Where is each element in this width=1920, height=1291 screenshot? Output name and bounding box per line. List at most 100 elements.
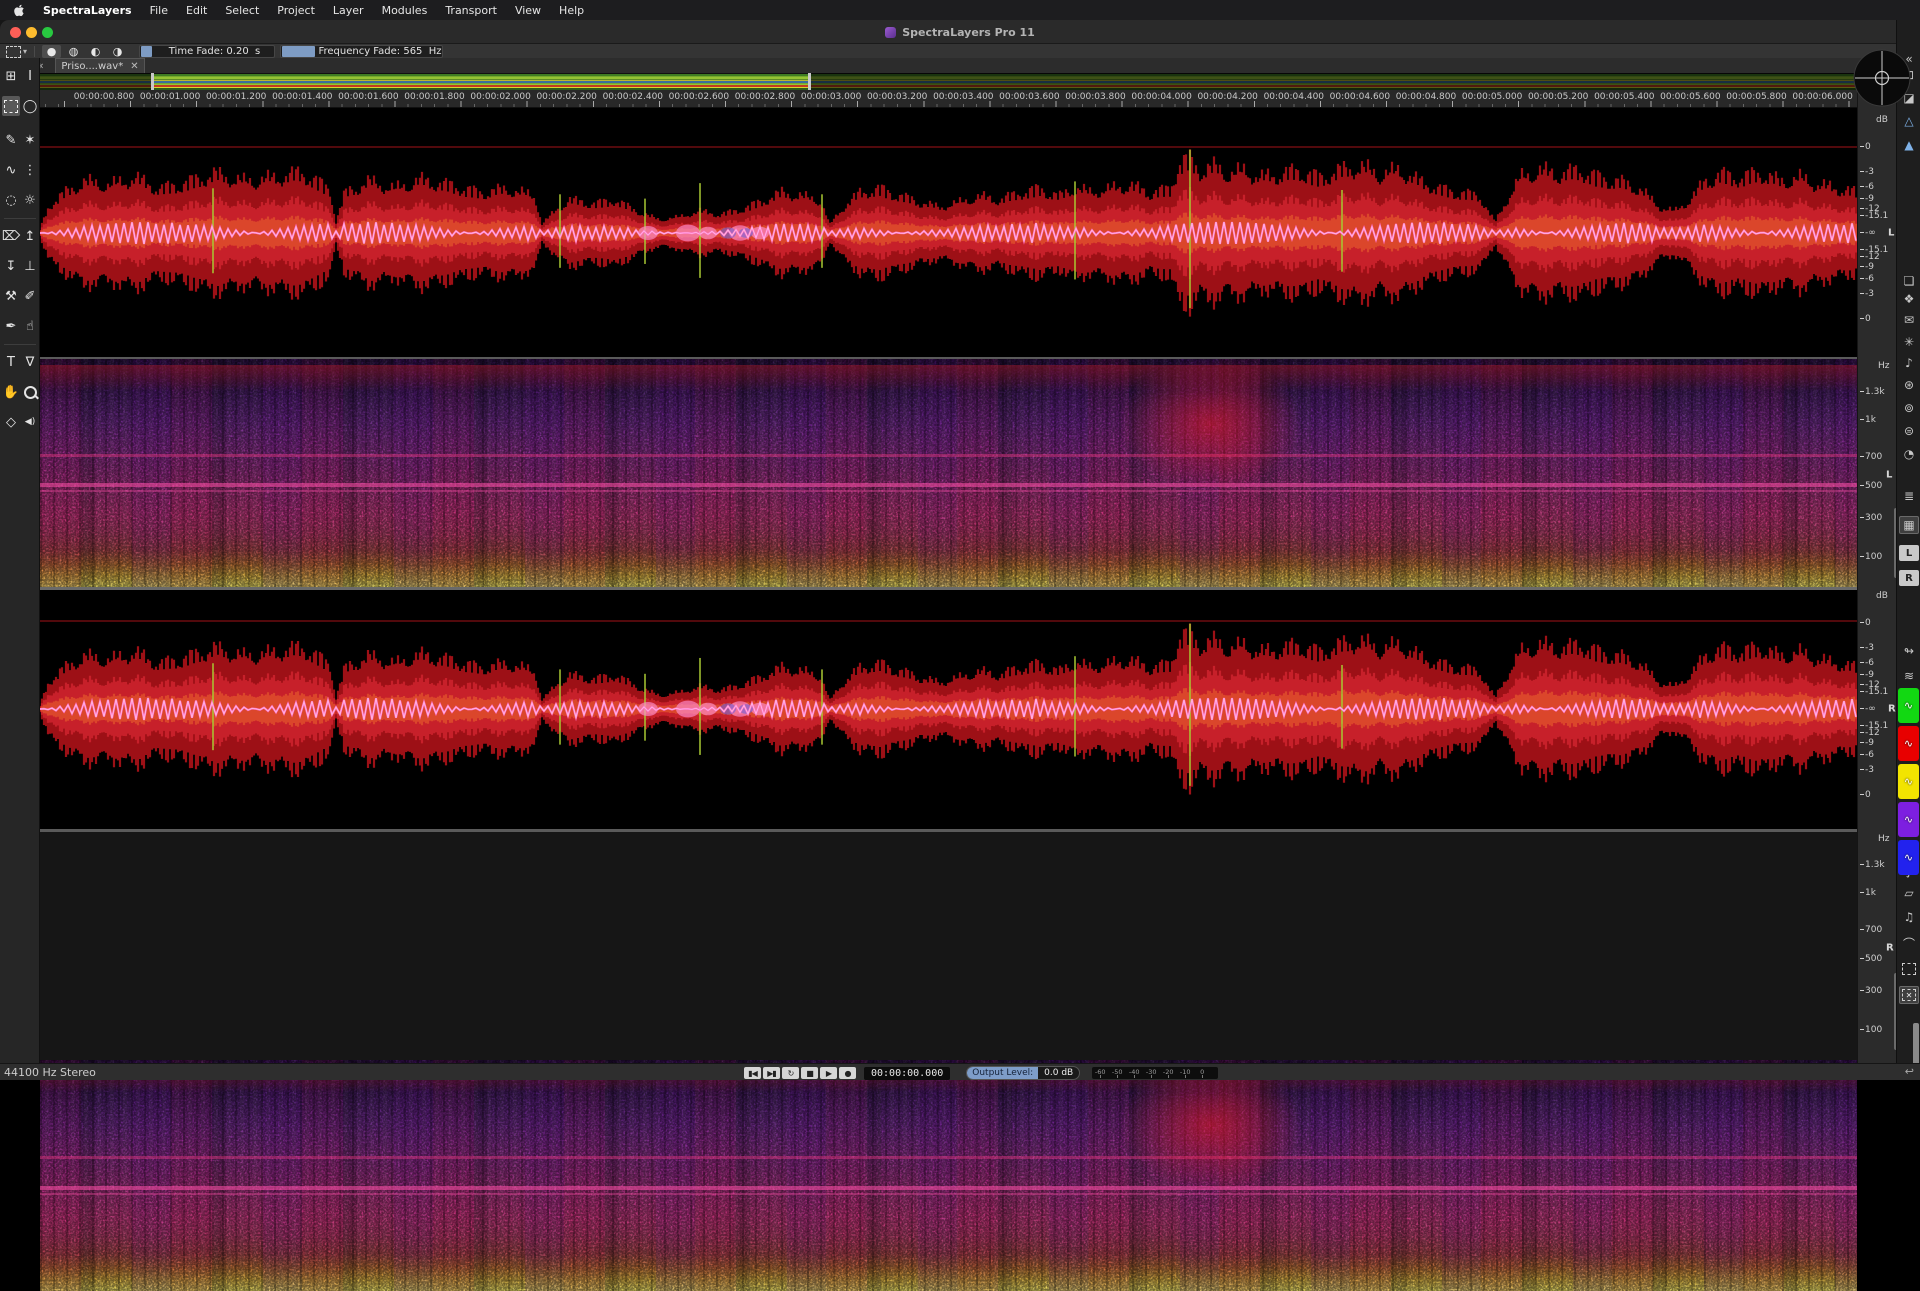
output-level-control[interactable]: Output Level: 0.0 dB [966, 1066, 1080, 1080]
ruler-value-label: 300 [1860, 986, 1890, 996]
selection-panel-icon[interactable]: ▦ [1899, 516, 1919, 534]
selection-rect-icon[interactable] [1899, 960, 1919, 978]
lasso-selection-tool[interactable]: ◯ [21, 96, 39, 116]
document-tab[interactable]: Priso....wav* ✕ [55, 58, 145, 73]
pen-tool[interactable]: ✒ [2, 316, 20, 336]
mode-union-icon[interactable]: ◍ [64, 45, 83, 58]
harmonics-selection-tool[interactable]: ⋮ [21, 160, 39, 180]
overview-range-handle[interactable] [808, 73, 811, 90]
layer-red[interactable]: ∿ [1898, 726, 1919, 761]
channel-label: L [1886, 470, 1892, 481]
files-panel-icon[interactable]: ▱ [1899, 884, 1919, 902]
shield-panel-icon[interactable]: ❖ [1899, 290, 1919, 308]
noise-selection-tool[interactable]: ☼ [21, 190, 39, 210]
spectrogram-panel-right[interactable] [40, 1060, 1857, 1291]
text-tool[interactable]: T [2, 352, 20, 372]
menu-item-spectralayers[interactable]: SpectraLayers [43, 4, 132, 17]
waveform-panel-left[interactable] [40, 108, 1857, 357]
amplify-tool[interactable]: ↥ [21, 226, 39, 246]
rectangular-selection-tool[interactable] [2, 96, 20, 116]
ruler-value-label: -∞ [1860, 228, 1890, 238]
mode-intersect-icon[interactable]: ◑ [108, 45, 127, 58]
menu-item-view[interactable]: View [515, 4, 541, 17]
unmix-song-icon[interactable]: ⊛ [1899, 376, 1919, 394]
frame-panel-icon[interactable]: ❏ [1899, 272, 1919, 290]
smudge-tool[interactable]: ☝ [21, 316, 39, 336]
channel-button-r[interactable]: R [1899, 570, 1919, 586]
unmix-stem-icon[interactable]: ⊚ [1899, 399, 1919, 417]
frequency-fade-handle[interactable] [282, 46, 315, 57]
timeline-label: 00:00:02.200 [536, 92, 596, 102]
channel-button-l[interactable]: L [1899, 545, 1919, 561]
brush-selection-tool[interactable]: ✎ [2, 130, 20, 150]
play-button[interactable]: ▶ [820, 1067, 837, 1079]
unmix-voice-icon[interactable]: ⊜ [1899, 422, 1919, 440]
frequency-fade-field[interactable]: Frequency Fade: 565 Hz [280, 45, 443, 58]
ruler-value-label: -6 [1860, 750, 1890, 760]
magic-wand-tool[interactable]: ✶ [21, 130, 39, 150]
menu-item-help[interactable]: Help [559, 4, 584, 17]
close-tab-icon[interactable]: ✕ [130, 61, 138, 72]
mode-replace-icon[interactable]: ● [42, 45, 61, 58]
fade-curve-icon[interactable]: ⌒ [1899, 934, 1919, 952]
ruler-value-label: -6 [1860, 274, 1890, 284]
eyedropper-tool[interactable]: ∇ [21, 352, 39, 372]
unmix-tool[interactable]: ⚒ [2, 286, 20, 306]
time-fade-handle[interactable] [141, 46, 152, 57]
menu-item-edit[interactable]: Edit [186, 4, 207, 17]
layer-blue[interactable]: ∿ [1898, 840, 1919, 875]
ruler-value-label: -3 [1860, 289, 1890, 299]
music-panel-icon[interactable]: ♪ [1899, 354, 1919, 372]
pan-tool[interactable]: ✋ [2, 382, 20, 402]
area-selection-tool[interactable]: ◌ [2, 190, 20, 210]
layer-purple[interactable]: ∿ [1898, 802, 1919, 837]
go-to-start-button[interactable]: ▮◀ [744, 1067, 761, 1079]
selection-rect-active-icon[interactable]: ✕ [1899, 986, 1919, 1004]
timeline-ruler[interactable]: 00:00:00.80000:00:01.00000:00:01.20000:0… [40, 90, 1857, 108]
clone-stamp-tool[interactable]: ⊥ [21, 256, 39, 276]
navigation-wheel[interactable] [1852, 48, 1912, 108]
peak-display-icon[interactable]: ▲ [1899, 136, 1919, 154]
layer-yellow[interactable]: ∿ [1898, 764, 1919, 799]
menu-item-transport[interactable]: Transport [445, 4, 497, 17]
layers-panel-icon[interactable]: ≋ [1899, 667, 1919, 685]
loop-button[interactable]: ↻ [782, 1067, 799, 1079]
history-panel-icon[interactable]: ≣ [1899, 487, 1919, 505]
apple-menu-icon[interactable] [14, 4, 25, 17]
corner-collapse-icon[interactable]: ↩ [1905, 1065, 1914, 1078]
tab-bar: « Priso....wav* ✕ [0, 58, 1920, 73]
heal-tool[interactable]: ✐ [21, 286, 39, 306]
unmix-balance-icon[interactable]: ◔ [1899, 445, 1919, 463]
overview-navigator[interactable] [40, 73, 1920, 90]
notes-panel-icon[interactable]: ♫ [1899, 908, 1919, 926]
eraser-tool[interactable]: ⌦ [2, 226, 20, 246]
attenuate-tool[interactable]: ↧ [2, 256, 20, 276]
menu-item-layer[interactable]: Layer [333, 4, 364, 17]
record-button[interactable]: ● [839, 1067, 856, 1079]
menu-item-project[interactable]: Project [277, 4, 315, 17]
go-to-end-button[interactable]: ▶▮ [763, 1067, 780, 1079]
frequency-selection-tool[interactable]: ∿ [2, 160, 20, 180]
time-fade-field[interactable]: Time Fade: 0.20 s [139, 45, 275, 58]
layer-green[interactable]: ∿ [1898, 688, 1919, 723]
time-selection-tool[interactable]: I [21, 66, 39, 86]
routing-icon[interactable]: ↬ [1899, 642, 1919, 660]
transform-tool[interactable]: ⊞ [2, 66, 20, 86]
menu-item-file[interactable]: File [150, 4, 168, 17]
feedback-panel-icon[interactable]: ✉ [1899, 311, 1919, 329]
db-unit-label: dB [1876, 591, 1888, 601]
zoom-tool[interactable] [21, 382, 39, 402]
3d-display-tool[interactable]: ◇ [2, 412, 20, 432]
spectrogram-panel-left[interactable] [40, 359, 1857, 587]
stop-button[interactable]: ■ [801, 1067, 818, 1079]
process-settings-icon[interactable]: ✳ [1899, 333, 1919, 351]
fade-display-icon[interactable]: △ [1899, 112, 1919, 130]
selection-preset-dropdown[interactable]: ▾ [6, 46, 27, 58]
panel-divider[interactable] [40, 829, 1897, 832]
menu-item-select[interactable]: Select [225, 4, 259, 17]
waveform-panel-right[interactable] [40, 590, 1857, 829]
playback-tool[interactable]: ◀) [21, 412, 39, 432]
mode-subtract-icon[interactable]: ◐ [86, 45, 105, 58]
overview-range-handle[interactable] [151, 73, 154, 90]
menu-item-modules[interactable]: Modules [382, 4, 428, 17]
